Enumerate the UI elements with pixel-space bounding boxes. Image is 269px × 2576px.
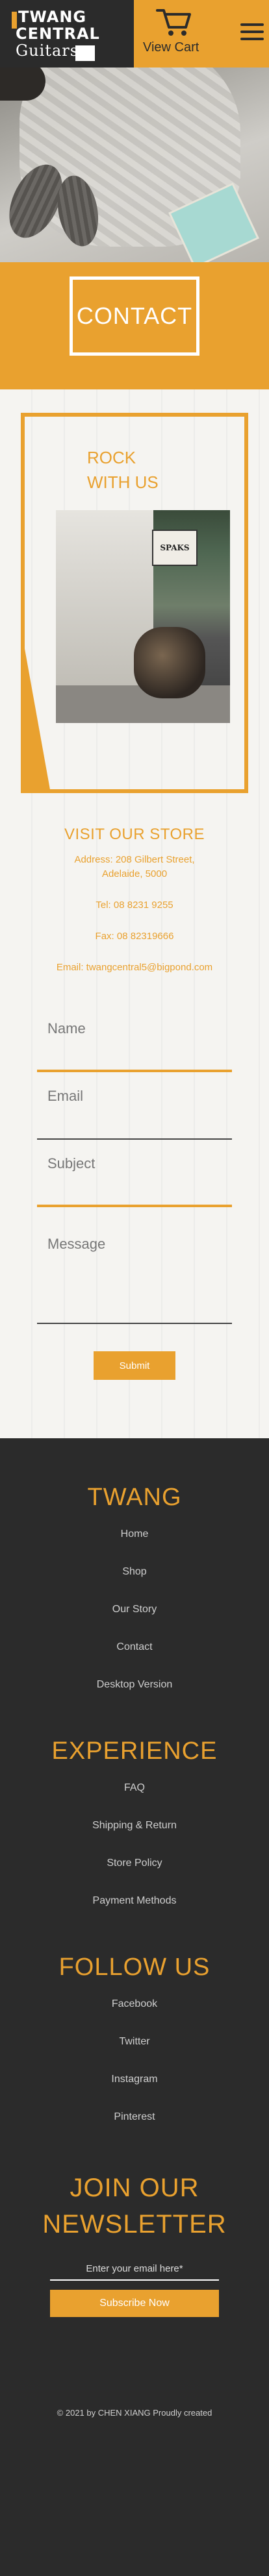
subject-field-wrap (37, 1149, 232, 1216)
hero-header: TWANG CENTRAL Guitars View Cart (0, 0, 269, 262)
name-field-underline (37, 1070, 232, 1072)
message-field-wrap (37, 1216, 232, 1333)
view-cart-button[interactable]: View Cart (134, 0, 269, 67)
address-line-2: Adelaide, 5000 (101, 868, 168, 879)
store-photo-sign: SPAKS (152, 530, 198, 566)
copyright-text: © 2021 by CHEN XIANG Proudly created (57, 2408, 212, 2418)
store-photo: SPAKS (56, 510, 230, 723)
footer-link-our-story[interactable]: Our Story (0, 1602, 269, 1617)
message-field-underline (37, 1323, 232, 1324)
footer-follow-title: FOLLOW US (58, 1954, 211, 1981)
fax: Fax: 08 82319666 (95, 931, 174, 942)
newsletter-form: Subscribe Now (50, 2258, 219, 2317)
store-photo-people (134, 627, 205, 698)
logo[interactable]: TWANG CENTRAL Guitars (0, 0, 134, 67)
subject-field[interactable] (37, 1149, 232, 1179)
address-line-1: Address: 208 Gilbert Street, (74, 854, 195, 865)
logo-line-3: Guitars (16, 42, 79, 60)
newsletter-title: JOIN OUR NEWSLETTER (0, 2170, 269, 2242)
hamburger-menu-icon[interactable] (240, 23, 264, 42)
footer-follow-section: FOLLOW US Facebook Twitter Instagram Pin… (0, 1954, 269, 2124)
footer-experience-title: EXPERIENCE (51, 1737, 218, 1765)
footer-link-twitter[interactable]: Twitter (0, 2035, 269, 2049)
subject-field-underline (37, 1205, 232, 1207)
logo-line-1: TWANG (18, 8, 87, 26)
guitar-decor (0, 62, 45, 101)
footer-experience-section: EXPERIENCE FAQ Shipping & Return Store P… (0, 1737, 269, 1908)
footer-link-shop[interactable]: Shop (0, 1565, 269, 1579)
email-address[interactable]: Email: twangcentral5@bigpond.com (0, 961, 269, 975)
main-content: ROCK WITH US SPAKS VISIT OUR STORE Addre… (0, 389, 269, 1438)
rock-section: ROCK WITH US SPAKS (14, 413, 255, 793)
contact-form: Submit (37, 1014, 232, 1380)
footer-link-desktop-version[interactable]: Desktop Version (0, 1678, 269, 1692)
email-field-underline (37, 1138, 232, 1140)
logo-line-2: CENTRAL (16, 25, 100, 43)
contact-banner-frame: CONTACT (70, 276, 199, 356)
footer: TWANG Home Shop Our Story Contact Deskto… (0, 1438, 269, 2437)
footer-link-home[interactable]: Home (0, 1527, 269, 1541)
name-field[interactable] (37, 1014, 232, 1044)
rock-heading: ROCK WITH US (87, 445, 159, 495)
footer-twang-section: TWANG Home Shop Our Story Contact Deskto… (0, 1484, 269, 1692)
visit-title: VISIT OUR STORE (64, 826, 205, 843)
submit-button[interactable]: Submit (94, 1351, 175, 1380)
rock-frame-corner (21, 627, 51, 793)
footer-link-instagram[interactable]: Instagram (0, 2072, 269, 2087)
email-field[interactable] (37, 1081, 232, 1111)
rock-heading-line-2: WITH US (87, 472, 159, 492)
contact-banner: CONTACT (0, 262, 269, 389)
logo-square (75, 45, 95, 61)
footer-link-pinterest[interactable]: Pinterest (0, 2110, 269, 2124)
footer-link-faq[interactable]: FAQ (0, 1781, 269, 1795)
newsletter-email-input[interactable] (50, 2258, 219, 2281)
newsletter-title-line-2: NEWSLETTER (42, 2210, 227, 2239)
top-bar: TWANG CENTRAL Guitars View Cart (0, 0, 269, 67)
visit-store-section: VISIT OUR STORE Address: 208 Gilbert Str… (0, 826, 269, 975)
telephone: Tel: 08 8231 9255 (96, 900, 173, 911)
page-title: CONTACT (76, 302, 193, 329)
view-cart-label: View Cart (143, 40, 199, 55)
footer-twang-title: TWANG (87, 1484, 182, 1511)
footer-newsletter-section: JOIN OUR NEWSLETTER Subscribe Now (0, 2170, 269, 2317)
email-field-wrap (37, 1081, 232, 1149)
footer-link-payment-methods[interactable]: Payment Methods (0, 1894, 269, 1908)
rock-heading-line-1: ROCK (87, 448, 136, 467)
footer-link-store-policy[interactable]: Store Policy (0, 1856, 269, 1871)
name-field-wrap (37, 1014, 232, 1081)
page: TWANG CENTRAL Guitars View Cart CONTACT (0, 0, 269, 2437)
footer-link-shipping-return[interactable]: Shipping & Return (0, 1819, 269, 1833)
cart-icon (156, 9, 191, 36)
footer-link-facebook[interactable]: Facebook (0, 1997, 269, 2011)
subscribe-button[interactable]: Subscribe Now (50, 2290, 219, 2317)
newsletter-title-line-1: JOIN OUR (70, 2174, 199, 2202)
footer-link-contact[interactable]: Contact (0, 1640, 269, 1654)
message-field[interactable] (37, 1216, 232, 1307)
